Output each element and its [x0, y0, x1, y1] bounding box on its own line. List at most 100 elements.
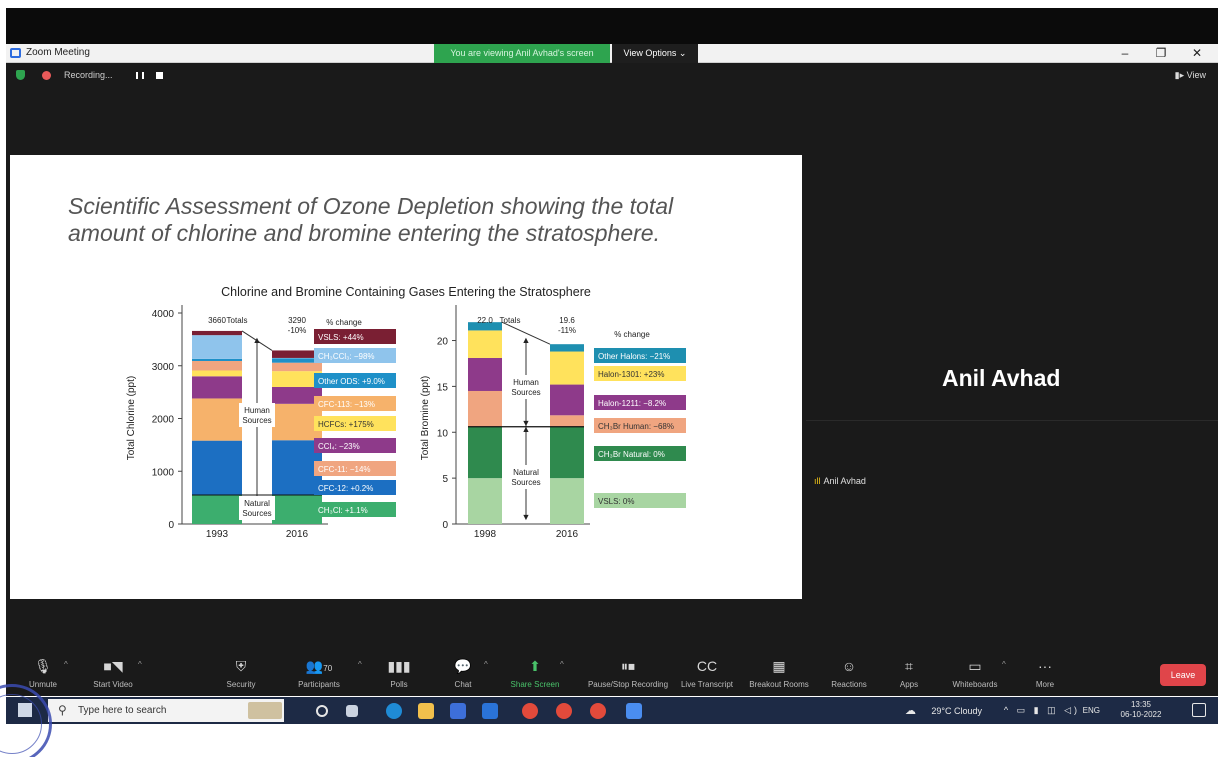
- search-icon: ⚲: [58, 703, 67, 717]
- stacked-bar-charts: 0 1000 2000 3000 4000 Total Chlorine (ppt) 199…: [126, 305, 686, 540]
- security-button[interactable]: ⛨ Security: [206, 656, 276, 689]
- minimize-button[interactable]: –: [1110, 45, 1140, 62]
- shield-icon[interactable]: [16, 70, 25, 80]
- mail-icon[interactable]: [482, 703, 498, 719]
- stop-recording-icon[interactable]: [156, 72, 163, 79]
- participants-icon: 👥70: [305, 658, 333, 674]
- tray-icons[interactable]: ^ ▭ ▮ ◫ ◁): [1004, 705, 1080, 716]
- weather-text[interactable]: 29°C Cloudy: [931, 706, 982, 716]
- video-options-caret-icon[interactable]: ^: [138, 660, 142, 669]
- cloud-weather-icon[interactable]: ☁: [905, 704, 916, 717]
- whiteboards-button[interactable]: ▭ Whiteboards: [940, 656, 1010, 689]
- leave-button[interactable]: Leave: [1160, 664, 1206, 686]
- share-screen-label: Share Screen: [510, 680, 560, 689]
- pct-change-header: % change: [614, 330, 650, 339]
- pause-stop-icon: ⏸⏹: [621, 658, 635, 674]
- x-tick-label: 2016: [556, 529, 579, 540]
- chrome-icon-2[interactable]: [556, 703, 572, 719]
- share-caret-icon[interactable]: ^: [560, 660, 564, 669]
- file-explorer-icon[interactable]: [418, 703, 434, 719]
- breakout-rooms-button[interactable]: ▦ Breakout Rooms: [744, 656, 814, 689]
- bar-segment: [192, 376, 242, 399]
- bar-segment: [550, 344, 584, 352]
- bar-segment: [192, 370, 242, 377]
- bar-segment: [468, 357, 502, 391]
- polls-icon: ▮▮▮: [387, 658, 411, 674]
- live-transcript-button[interactable]: CC Live Transcript: [672, 656, 742, 689]
- more-button[interactable]: ··· More: [1010, 656, 1080, 689]
- window-title: Zoom Meeting: [26, 47, 90, 58]
- meeting-toolbar: 🎙 Unmute ^ ■◥ Start Video ^ ⛨ Security 👥…: [6, 652, 1218, 696]
- bar-segment: [468, 478, 502, 524]
- apps-icon: ⌗: [905, 658, 913, 674]
- shield-icon: ⛨: [235, 658, 247, 674]
- language-indicator[interactable]: ENG: [1083, 706, 1100, 715]
- total-change: -10%: [288, 326, 307, 335]
- speaker-name-small: Anil Avhad: [823, 476, 866, 486]
- bar-segment: [192, 330, 242, 336]
- clock-time: 13:35: [1130, 700, 1152, 709]
- taskbar-search[interactable]: ⚲ Type here to search: [48, 699, 284, 722]
- apps-button[interactable]: ⌗ Apps: [874, 656, 944, 689]
- chrome-icon-1[interactable]: [522, 703, 538, 719]
- bar-segment: [192, 440, 242, 495]
- chat-label: Chat: [454, 680, 472, 689]
- bar-segment: [550, 478, 584, 524]
- taskbar-clock[interactable]: 13:35 06-10-2022: [1114, 700, 1168, 720]
- notification-icon[interactable]: [1192, 703, 1206, 717]
- legend-label: CH₃CCl₃: −98%: [318, 352, 375, 361]
- y-tick-label: 2000: [152, 415, 175, 426]
- y-axis-label: Total Bromine (ppt): [420, 376, 431, 460]
- participants-button[interactable]: 👥70 Participants: [284, 656, 354, 689]
- edge-browser-icon[interactable]: [386, 703, 402, 719]
- bar-segment: [192, 494, 242, 524]
- cortana-icon[interactable]: [316, 705, 328, 717]
- legend-label: HCFCs: +175%: [318, 420, 374, 429]
- legend-label: Halon-1211: −8.2%: [598, 399, 666, 408]
- bar-segment: [550, 384, 584, 416]
- view-options-button[interactable]: View Options ⌄: [612, 44, 698, 63]
- recording-label: Recording...: [64, 70, 113, 80]
- total-value: 22.0: [477, 316, 493, 325]
- bar-segment: [192, 358, 242, 362]
- pause-recording-icon[interactable]: [136, 72, 144, 79]
- bar-segment: [192, 361, 242, 371]
- audio-options-caret-icon[interactable]: ^: [64, 660, 68, 669]
- windows-taskbar: ⚲ Type here to search ☁ 29°C Cloudy ^ ▭ …: [6, 697, 1218, 724]
- pause-stop-recording-button[interactable]: ⏸⏹ Pause/Stop Recording: [586, 656, 670, 689]
- speaker-name-tag: ıll Anil Avhad: [814, 476, 866, 486]
- human-sources-label: Human: [513, 378, 539, 387]
- chrome-icon-3[interactable]: [590, 703, 606, 719]
- legend-label: CH₃Cl: +1.1%: [318, 506, 368, 515]
- legend-label: CH₃Br Natural: 0%: [598, 450, 665, 459]
- bar-segment: [550, 415, 584, 427]
- apps-label: Apps: [899, 680, 919, 689]
- task-view-icon[interactable]: [346, 705, 358, 717]
- total-value: 3290: [288, 316, 306, 325]
- store-icon[interactable]: [450, 703, 466, 719]
- view-button[interactable]: ▮▸ View: [1175, 70, 1206, 81]
- whiteboard-caret-icon[interactable]: ^: [1002, 660, 1006, 669]
- zoom-window: Zoom Meeting You are viewing Anil Avhad'…: [6, 44, 1218, 696]
- chat-caret-icon[interactable]: ^: [484, 660, 488, 669]
- zoom-taskbar-icon[interactable]: [626, 703, 642, 719]
- title-bar: Zoom Meeting You are viewing Anil Avhad'…: [6, 44, 1218, 63]
- polls-button[interactable]: ▮▮▮ Polls: [364, 656, 434, 689]
- x-tick-label: 2016: [286, 529, 309, 540]
- arrow-down-icon: ▼: [522, 512, 531, 522]
- arrow-up-icon: ▲: [253, 335, 262, 345]
- participants-caret-icon[interactable]: ^: [358, 660, 362, 669]
- participants-count: 70: [323, 664, 333, 673]
- start-video-label: Start Video: [93, 680, 133, 689]
- restore-button[interactable]: ❐: [1146, 45, 1176, 62]
- bar-segment: [468, 426, 502, 479]
- legend-label: Halon-1301: +23%: [598, 370, 665, 379]
- close-button[interactable]: ✕: [1182, 45, 1212, 62]
- whiteboard-icon: ▭: [968, 658, 982, 674]
- legend-label: Other ODS: +9.0%: [318, 377, 385, 386]
- bar-segment: [468, 390, 502, 427]
- closed-caption-icon: CC: [696, 658, 718, 674]
- recording-row: Recording... ▮▸ View: [6, 64, 1218, 88]
- search-placeholder: Type here to search: [78, 705, 167, 716]
- bar-segment: [468, 330, 502, 358]
